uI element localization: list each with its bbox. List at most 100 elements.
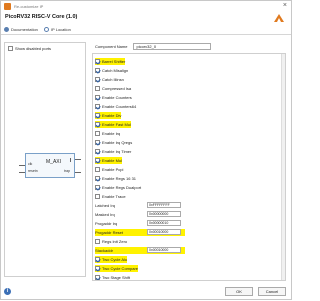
option-checkbox[interactable] [95,158,100,163]
param-field-input[interactable]: 0xFFFFFFFF [147,202,181,208]
parameters-panel: Component Name picorv32_0 Barrel Shifter… [92,42,288,282]
info-icon[interactable]: i [4,288,11,295]
option-row[interactable]: Catch Misalign [95,67,128,74]
bus-marker [70,158,71,162]
option-row[interactable]: Catch Illinsn [95,76,124,83]
param-field-label: Masked Irq [95,212,115,217]
block-interface-label: M_AXI [46,159,62,165]
option-row[interactable]: Enable Trace [95,193,126,200]
option-checkbox[interactable] [95,167,100,172]
tab-documentation-label: Documentation [11,27,38,32]
option-checkbox[interactable] [95,275,100,280]
stackaddr-input[interactable]: 0x00010000 [147,247,181,253]
option-row[interactable]: Enable Counters [95,94,132,101]
option-row[interactable]: Enable Irq [95,130,120,137]
tab-documentation[interactable]: Documentation [4,27,38,32]
option-label: Two Stage Shift [102,275,131,280]
option-label: Two Cycle Alu [102,257,128,262]
option-label: Enable Irq Timer [102,149,132,154]
option-checkbox[interactable] [95,149,100,154]
option-checkbox[interactable] [95,77,100,82]
option-checkbox[interactable] [95,140,100,145]
vendor-logo-icon [274,14,284,22]
param-field-row: Masked Irq 0x00000000 [95,211,185,218]
ip-symbol-block: M_AXI clk resetn trap [25,153,75,178]
book-icon [4,27,9,32]
option-row[interactable]: Enable Regs Dualport [95,184,141,191]
option-row[interactable]: Enable Div [95,112,122,119]
show-disabled-ports[interactable]: Show disabled ports [8,46,51,51]
option-row[interactable]: Enable Irq Qregs [95,139,132,146]
option-row[interactable]: Two Cycle Compare [95,265,139,272]
param-field-input[interactable]: 0x00010000 [147,229,181,235]
option-row[interactable]: Compressed Isa [95,85,131,92]
option-label: Enable Pcpi [102,167,124,172]
parameters-scrollbar[interactable] [281,54,285,280]
option-checkbox[interactable] [95,185,100,190]
option-row[interactable]: Two Cycle Alu [95,256,128,263]
option-label: Enable Fast Mul [102,122,131,127]
option-checkbox[interactable] [95,122,100,127]
param-field-input[interactable]: 0x00000000 [147,211,181,217]
header-divider [1,34,291,35]
option-row[interactable]: Enable Counters64 [95,103,136,110]
pin-resetn: resetn [28,169,38,173]
regs-init-zero-row[interactable]: Regs Init Zero [95,238,127,245]
option-label: Enable Div [102,113,122,118]
titlebar: Re-customize IP × [1,1,291,12]
param-field-input[interactable]: 0x00000010 [147,220,181,226]
option-label: Enable Regs 16 31 [102,176,137,181]
option-label: Enable Irq Qregs [102,140,133,145]
ok-button[interactable]: OK [225,287,253,296]
option-label: Catch Illinsn [102,77,124,82]
option-checkbox[interactable] [95,86,100,91]
parameters-list: Barrel Shifter Catch Misalign Catch Illi… [92,53,286,281]
option-label: Two Cycle Compare [102,266,139,271]
option-row[interactable]: Enable Regs 16 31 [95,175,136,182]
show-disabled-ports-checkbox[interactable] [8,46,13,51]
resetn-wire [19,172,25,173]
stackaddr-row: Stackaddr 0x00010000 [95,247,185,254]
option-checkbox[interactable] [95,68,100,73]
dialog-window: Re-customize IP × PicoRV32 RISC-V Core (… [0,0,292,300]
component-name-input[interactable]: picorv32_0 [133,43,212,50]
clk-wire [19,165,25,166]
param-field-label: Latched Irq [95,203,116,208]
component-name-row: Component Name picorv32_0 [95,43,212,50]
pin-trap: trap [64,169,71,173]
ip-tabs: Documentation IP Location [4,27,71,32]
option-row[interactable]: Enable Irq Timer [95,148,131,155]
regs-init-zero-label: Regs Init Zero [102,239,128,244]
option-checkbox[interactable] [95,95,100,100]
option-row[interactable]: Enable Fast Mul [95,121,131,128]
option-label: Enable Counters [102,95,132,100]
regs-init-zero-checkbox[interactable] [95,239,100,244]
tab-ip-location[interactable]: IP Location [43,27,71,32]
option-row[interactable]: Barrel Shifter [95,58,126,65]
tab-ip-location-label: IP Location [50,27,71,32]
option-checkbox[interactable] [95,104,100,109]
trap-wire [75,172,81,173]
close-icon[interactable]: × [283,2,287,10]
option-row[interactable]: Two Stage Shift [95,274,131,280]
option-checkbox[interactable] [95,59,100,64]
param-field-row: Progaddr Irq 0x00000010 [95,220,185,227]
option-checkbox[interactable] [95,113,100,118]
param-field-row: Progaddr Reset 0x00010000 [95,229,185,236]
option-row[interactable]: Enable Mul [95,157,123,164]
folder-icon [43,27,49,32]
param-field-label: Progaddr Reset [95,230,124,235]
symbol-panel: Show disabled ports M_AXI clk resetn tra… [4,42,86,277]
ip-title: PicoRV32 RISC-V Core (1.0) [5,14,78,20]
cancel-button[interactable]: Cancel [258,287,286,296]
option-checkbox[interactable] [95,194,100,199]
app-icon [4,3,11,10]
option-row[interactable]: Enable Pcpi [95,166,123,173]
option-label: Barrel Shifter [102,59,126,64]
component-name-label: Component Name [95,44,128,49]
option-checkbox[interactable] [95,257,100,262]
option-checkbox[interactable] [95,176,100,181]
window-title: Re-customize IP [14,4,44,9]
option-checkbox[interactable] [95,266,100,271]
option-checkbox[interactable] [95,131,100,136]
